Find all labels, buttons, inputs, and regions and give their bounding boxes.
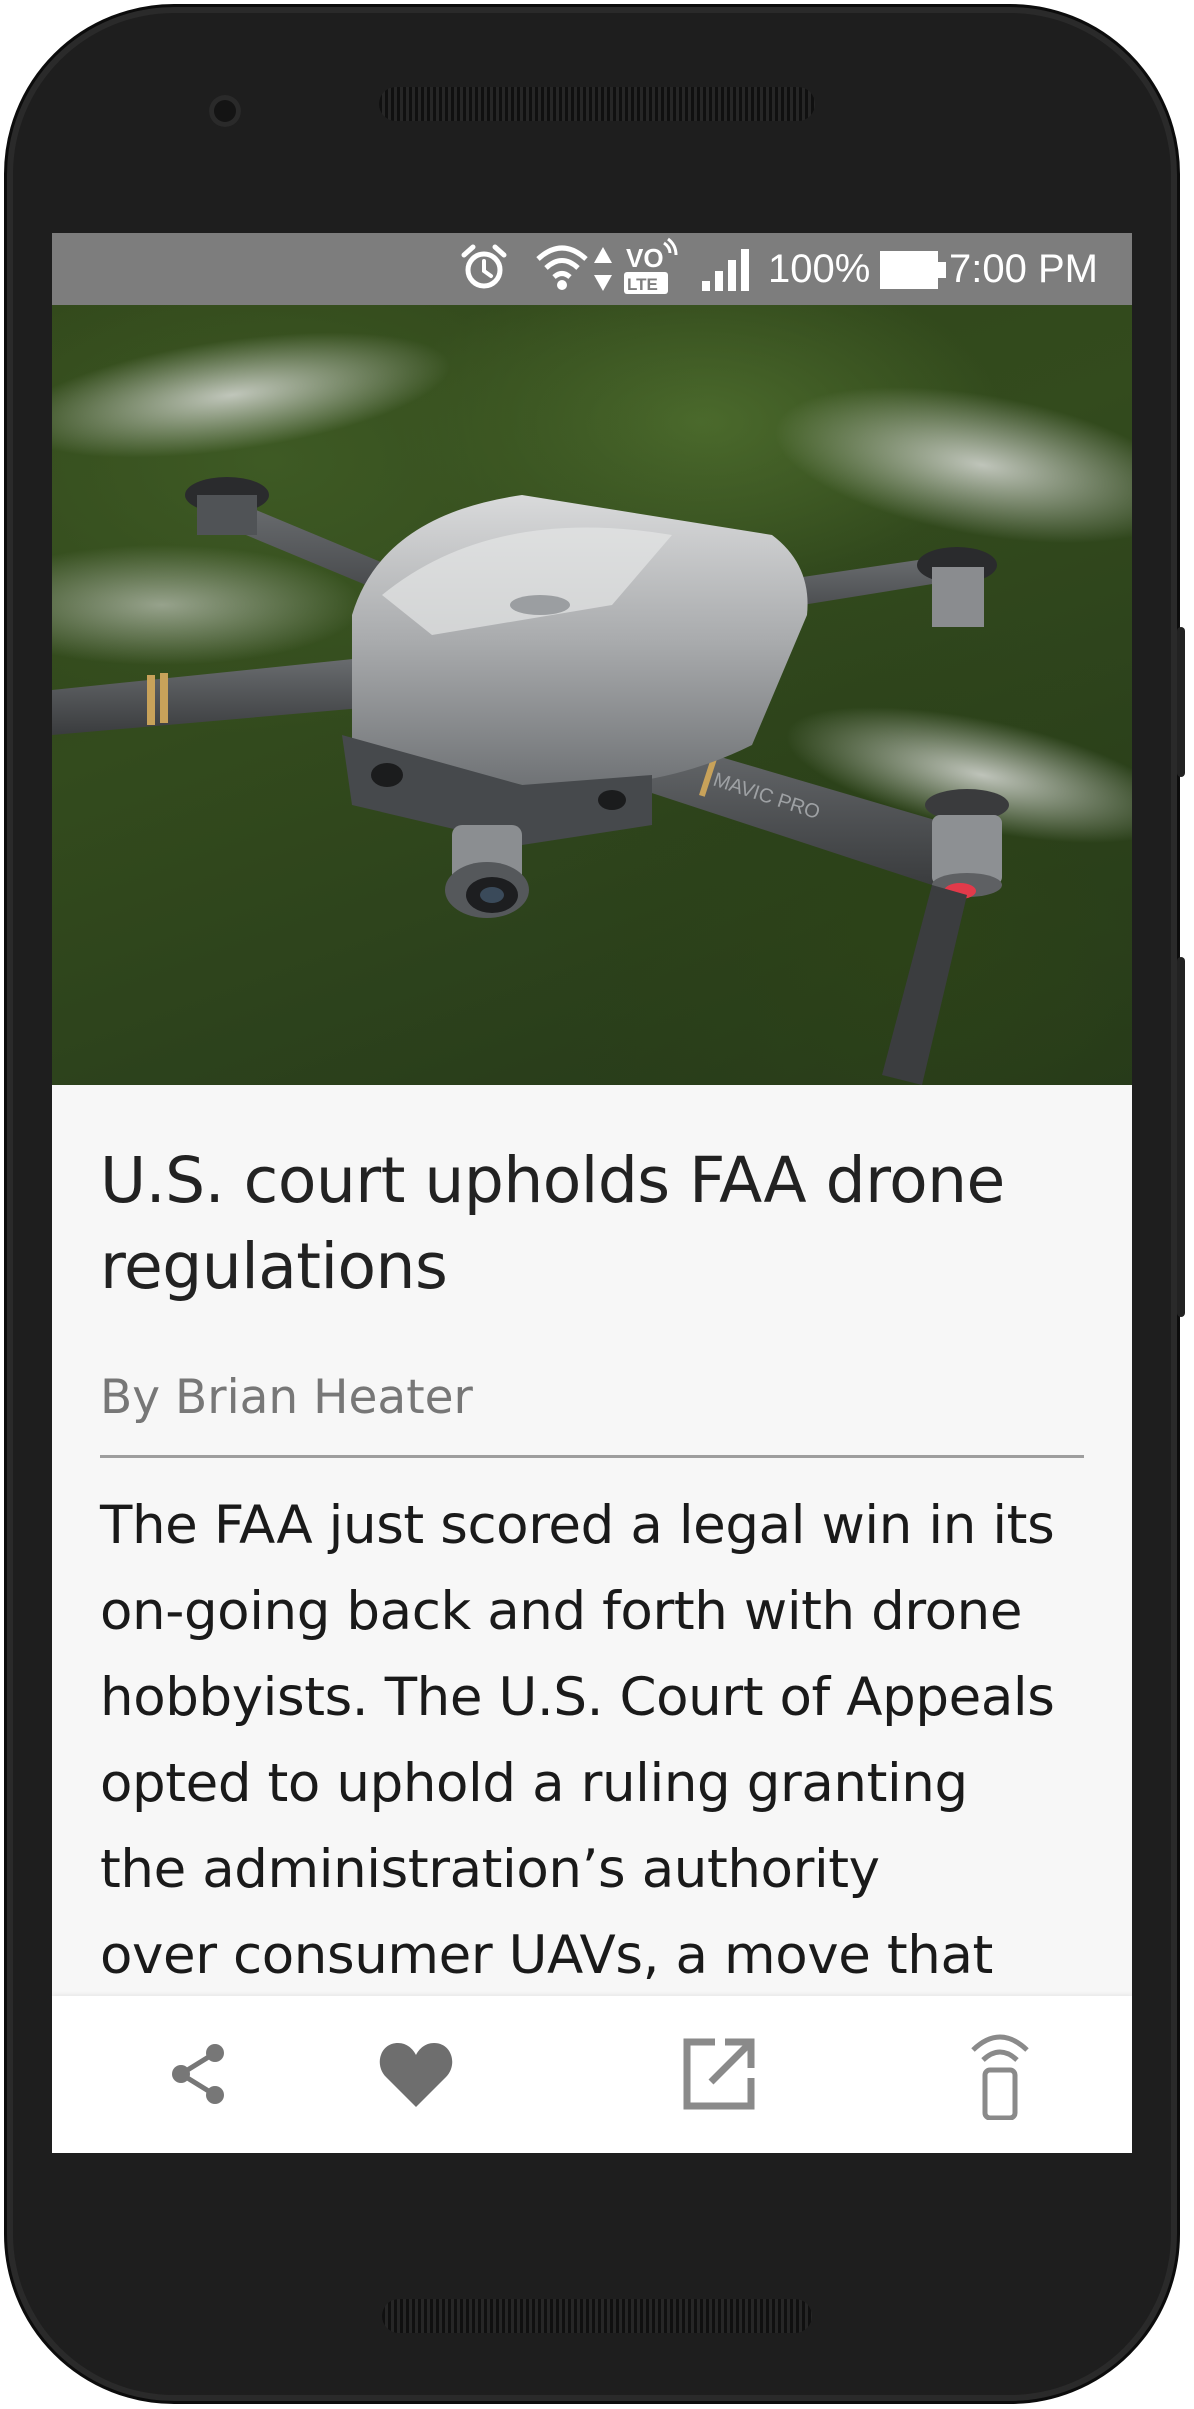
battery-percent: 100%: [768, 247, 871, 291]
article-body-line: the administration’s authority: [100, 1839, 880, 1900]
power-button: [1177, 957, 1185, 1317]
article-body-line: over consumer UAVs, a move that: [100, 1925, 993, 1986]
data-arrows-icon: [592, 245, 614, 298]
front-camera: [209, 95, 241, 127]
screen: VO LTE 100% 7:00 PM MAVIC PRO U.S. court…: [52, 233, 1132, 2153]
battery-icon: [880, 251, 946, 294]
article-body-line: hobbyists. The U.S. Court of Appeals: [100, 1667, 1055, 1728]
open-in-browser-button[interactable]: [669, 2024, 769, 2124]
like-button[interactable]: [366, 2024, 466, 2124]
bottom-action-bar: [52, 1996, 1132, 2153]
send-to-device-button[interactable]: [950, 2024, 1050, 2124]
article-body-line: on-going back and forth with drone: [100, 1581, 1023, 1642]
cast-to-device-icon: [971, 2034, 1029, 2120]
top-speaker-grille: [379, 87, 815, 121]
wifi-icon: [534, 241, 590, 298]
drone-illustration: MAVIC PRO: [52, 332, 1132, 1085]
article-body-line: The FAA just scored a legal win in its: [100, 1495, 1055, 1556]
status-bar: VO LTE 100% 7:00 PM: [52, 233, 1132, 305]
volte-label-top: VO: [626, 243, 664, 273]
article-body[interactable]: The FAA just scored a legal win in its o…: [100, 1483, 1100, 1999]
volume-button: [1177, 627, 1185, 777]
article-hero-image: MAVIC PRO: [52, 305, 1132, 1085]
share-button[interactable]: [148, 2024, 248, 2124]
open-external-icon: [683, 2038, 755, 2110]
divider: [100, 1455, 1084, 1458]
article-title-line-1: U.S. court upholds FAA drone: [100, 1144, 1005, 1217]
bottom-speaker-grille: [382, 2299, 812, 2333]
signal-icon: [702, 247, 754, 296]
volte-label-bottom: LTE: [627, 275, 658, 294]
share-icon: [172, 2044, 224, 2104]
alarm-icon: [460, 243, 508, 298]
volte-icon: VO LTE: [622, 237, 678, 297]
article-title-line-2: regulations: [100, 1230, 448, 1303]
heart-icon: [379, 2043, 453, 2107]
article-title: U.S. court upholds FAA drone regulations: [100, 1138, 1100, 1310]
article-byline: By Brian Heater: [100, 1370, 473, 1425]
article-body-line: opted to uphold a ruling granting: [100, 1753, 968, 1814]
clock: 7:00 PM: [949, 247, 1098, 291]
